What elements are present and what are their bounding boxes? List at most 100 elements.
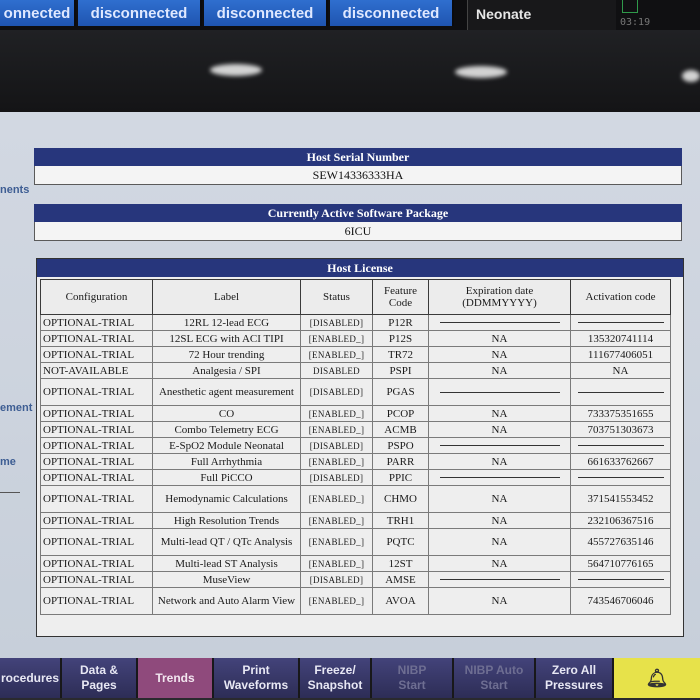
expiration-cell: NA bbox=[428, 587, 571, 615]
feature-code-cell: TR72 bbox=[372, 346, 429, 363]
glare-reflection bbox=[682, 70, 700, 82]
table-row[interactable]: OPTIONAL-TRIAL Multi-lead ST Analysis [ENA… bbox=[40, 555, 671, 572]
bell-icon: 🔔︎ bbox=[645, 667, 669, 688]
config-cell: OPTIONAL-TRIAL bbox=[40, 512, 153, 529]
config-cell-text: OPTIONAL-TRIAL bbox=[43, 573, 135, 586]
empty-field-line bbox=[439, 477, 560, 479]
empty-field-line bbox=[439, 445, 560, 447]
config-cell: OPTIONAL-TRIAL bbox=[40, 469, 153, 486]
table-row[interactable]: OPTIONAL-TRIAL Multi-lead QT / QTc Analys… bbox=[40, 528, 671, 556]
table-row[interactable]: OPTIONAL-TRIAL Anesthetic agent measureme… bbox=[40, 378, 671, 406]
feature-code-cell: PCOP bbox=[372, 405, 429, 422]
connection-status-3[interactable]: disconnected bbox=[204, 0, 328, 26]
host-license-section: Host License Configuration Label Status … bbox=[36, 258, 684, 637]
expiration-cell: NA bbox=[428, 421, 571, 438]
label-cell-text: 72 Hour trending bbox=[188, 348, 265, 361]
license-table: Configuration Label Status Feature Code … bbox=[40, 279, 671, 615]
feature-code-cell-text: P12S bbox=[388, 332, 413, 345]
table-row[interactable]: OPTIONAL-TRIAL Network and Auto Alarm Vie… bbox=[40, 587, 671, 615]
label-cell: High Resolution Trends bbox=[152, 512, 301, 529]
empty-field-line bbox=[439, 391, 560, 393]
config-cell-text: OPTIONAL-TRIAL bbox=[43, 595, 135, 607]
feature-code-cell-text: 12ST bbox=[388, 557, 413, 570]
connection-status-1[interactable]: onnected bbox=[0, 0, 76, 26]
expiration-cell: NA bbox=[428, 555, 571, 572]
feature-code-cell-text: PQTC bbox=[386, 536, 415, 548]
connection-status-2[interactable]: disconnected bbox=[78, 0, 202, 26]
print-waveforms-button[interactable]: Print Waveforms bbox=[214, 658, 300, 698]
table-row[interactable]: OPTIONAL-TRIAL CO [ENABLED_] PCOP NA 73337535… bbox=[40, 405, 671, 422]
side-menu-label[interactable]: me bbox=[0, 456, 16, 468]
trends-button[interactable]: Trends bbox=[138, 658, 214, 698]
table-row[interactable]: OPTIONAL-TRIAL High Resolution Trends [ENA… bbox=[40, 512, 671, 529]
alarm-silence-button[interactable]: 🔔︎ bbox=[614, 658, 700, 698]
clock: 03:19 bbox=[620, 17, 651, 28]
table-row[interactable]: OPTIONAL-TRIAL MuseView [DISABLED] AMSE bbox=[40, 571, 671, 588]
table-row[interactable]: OPTIONAL-TRIAL Full Arrhythmia [ENABLED_] P… bbox=[40, 453, 671, 470]
patient-category: Neonate bbox=[476, 6, 532, 22]
patient-category-box[interactable]: Neonate bbox=[467, 0, 616, 30]
label-cell-text: Multi-lead ST Analysis bbox=[175, 557, 278, 570]
glare-reflection bbox=[455, 66, 507, 78]
config-cell: OPTIONAL-TRIAL bbox=[40, 528, 153, 556]
config-cell-text: OPTIONAL-TRIAL bbox=[43, 455, 135, 468]
config-cell-text: OPTIONAL-TRIAL bbox=[43, 386, 135, 398]
expiration-cell-text: NA bbox=[491, 348, 508, 361]
activation-code-cell: 371541553452 bbox=[570, 485, 671, 513]
data-pages-button[interactable]: Data & Pages bbox=[62, 658, 138, 698]
software-package-heading: Currently Active Software Package bbox=[34, 204, 682, 222]
nibp-auto-start-button[interactable]: NIBP Auto Start bbox=[454, 658, 536, 698]
nibp-auto-start-label: NIBP Auto Start bbox=[464, 663, 524, 692]
feature-code-cell: CHMO bbox=[372, 485, 429, 513]
status-cell-text: [ENABLED_] bbox=[308, 537, 365, 547]
feature-code-cell-text: PCOP bbox=[386, 407, 415, 420]
column-header-activation: Activation code bbox=[570, 279, 671, 315]
feature-code-cell-text: PGAS bbox=[386, 386, 415, 398]
column-header-feature-code: Feature Code bbox=[372, 279, 429, 315]
expiration-cell: NA bbox=[428, 485, 571, 513]
label-cell-text: Network and Auto Alarm View bbox=[157, 595, 296, 607]
table-row[interactable]: OPTIONAL-TRIAL 12SL ECG with ACI TIPI [ENA… bbox=[40, 330, 671, 347]
expiration-cell bbox=[428, 314, 571, 331]
feature-code-cell: P12S bbox=[372, 330, 429, 347]
empty-field-line bbox=[577, 391, 664, 393]
expiration-cell: NA bbox=[428, 330, 571, 347]
config-cell: OPTIONAL-TRIAL bbox=[40, 405, 153, 422]
status-cell-text: [ENABLED_] bbox=[308, 349, 365, 360]
table-row[interactable]: OPTIONAL-TRIAL Full PiCCO [DISABLED] PPIC bbox=[40, 469, 671, 486]
software-package-section: Currently Active Software Package 6ICU bbox=[34, 204, 682, 241]
top-status-bar: onnected disconnected disconnected disco… bbox=[0, 0, 700, 30]
activation-code-cell: NA bbox=[570, 362, 671, 379]
activation-code-cell-text: 661633762667 bbox=[587, 455, 654, 468]
feature-code-cell: PQTC bbox=[372, 528, 429, 556]
side-menu-label[interactable]: ement bbox=[0, 402, 32, 414]
status-cell: [ENABLED_] bbox=[300, 405, 373, 422]
status-cell: [ENABLED_] bbox=[300, 346, 373, 363]
connection-status-4[interactable]: disconnected bbox=[330, 0, 454, 26]
table-row[interactable]: OPTIONAL-TRIAL Combo Telemetry ECG [ENABLE… bbox=[40, 421, 671, 438]
feature-code-cell-text: ACMB bbox=[384, 423, 417, 436]
table-row[interactable]: NOT-AVAILABLE Analgesia / SPI DISABLED PSPI… bbox=[40, 362, 671, 379]
table-row[interactable]: OPTIONAL-TRIAL E-SpO2 Module Neonatal [DIS… bbox=[40, 437, 671, 454]
label-cell-text: Analgesia / SPI bbox=[192, 364, 261, 377]
expiration-cell-text: NA bbox=[491, 332, 508, 345]
nibp-start-button[interactable]: NIBP Start bbox=[372, 658, 454, 698]
table-row[interactable]: OPTIONAL-TRIAL 12RL 12-lead ECG [DISABLED]… bbox=[40, 314, 671, 331]
zero-all-pressures-button[interactable]: Zero All Pressures bbox=[536, 658, 614, 698]
label-cell-text: 12SL ECG with ACI TIPI bbox=[169, 332, 284, 345]
label-cell: Hemodynamic Calculations bbox=[152, 485, 301, 513]
activation-code-cell-text: 743546706046 bbox=[587, 595, 654, 607]
status-cell-text: [ENABLED_] bbox=[308, 494, 365, 504]
label-cell: E-SpO2 Module Neonatal bbox=[152, 437, 301, 454]
activation-code-cell-text: 232106367516 bbox=[587, 514, 654, 527]
feature-code-cell-text: AVOA bbox=[385, 595, 416, 607]
label-cell: Multi-lead QT / QTc Analysis bbox=[152, 528, 301, 556]
table-row[interactable]: OPTIONAL-TRIAL Hemodynamic Calculations [E… bbox=[40, 485, 671, 513]
config-cell: OPTIONAL-TRIAL bbox=[40, 437, 153, 454]
freeze-snapshot-button[interactable]: Freeze/ Snapshot bbox=[300, 658, 372, 698]
side-menu-label[interactable]: nents bbox=[0, 184, 29, 196]
empty-field-line bbox=[439, 322, 560, 324]
activation-code-cell: 743546706046 bbox=[570, 587, 671, 615]
procedures-button[interactable]: rocedures bbox=[0, 658, 62, 698]
table-row[interactable]: OPTIONAL-TRIAL 72 Hour trending [ENABLED_]… bbox=[40, 346, 671, 363]
